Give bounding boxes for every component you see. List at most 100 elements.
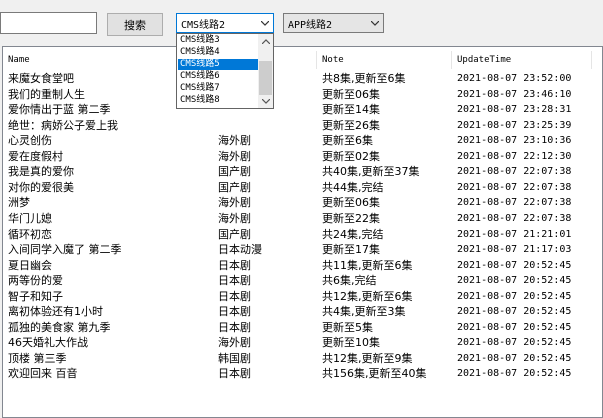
cell-type: 日本剧	[218, 367, 251, 381]
table-row[interactable]: 欢迎回来 百音 日本剧 共156集,更新至40集 2021-08-07 20:52:4…	[3, 366, 602, 382]
cell-name: 绝世：病娇公子爱上我	[8, 118, 118, 132]
table-row[interactable]: 循环初恋 国产剧 共24集,完结 2021-08-07 21:21:01	[3, 227, 602, 243]
table-row[interactable]: 智子和知子 日本剧 共12集,更新至6集 2021-08-07 20:52:45	[3, 289, 602, 305]
cell-note: 更新至26集	[322, 118, 380, 132]
chevron-down-icon[interactable]	[367, 14, 383, 32]
chevron-up-icon[interactable]	[258, 34, 273, 48]
table-row[interactable]: 来魔女食堂吧 共8集,更新至6集 2021-08-07 23:52:00	[3, 71, 602, 87]
cell-type: 国产剧	[218, 180, 251, 194]
cell-type: 国产剧	[218, 165, 251, 179]
cell-note: 更新至02集	[322, 149, 380, 163]
cell-note: 共156集,更新至40集	[322, 367, 427, 381]
search-input[interactable]	[0, 12, 97, 34]
cell-update-time: 2021-08-07 20:52:45	[457, 368, 572, 380]
cell-update-time: 2021-08-07 23:10:36	[457, 135, 572, 147]
cell-note: 共44集,完结	[322, 180, 384, 194]
table-row[interactable]: 入间同学入魔了 第二季 日本动漫 更新至17集 2021-08-07 21:17:03	[3, 242, 602, 258]
cell-note: 更新至22集	[322, 211, 380, 225]
cell-name: 爱在度假村	[8, 149, 63, 163]
search-button[interactable]: 搜索	[107, 13, 163, 36]
cell-note: 共11集,更新至6集	[322, 258, 413, 272]
table-row[interactable]: 夏日幽会 日本剧 共11集,更新至6集 2021-08-07 20:52:45	[3, 258, 602, 274]
cell-update-time: 2021-08-07 20:52:45	[457, 306, 572, 318]
cms-line-dropdown-list[interactable]: CMS线路3 CMS线路4 CMS线路5 CMS线路6 CMS线路7 CMS线路8	[176, 33, 274, 109]
cell-update-time: 2021-08-07 21:21:01	[457, 228, 572, 240]
cell-note: 共40集,更新至37集	[322, 165, 420, 179]
dropdown-option[interactable]: CMS线路6	[178, 71, 259, 82]
cell-note: 更新至14集	[322, 103, 380, 117]
cell-name: 46天婚礼大作战	[8, 336, 88, 350]
chevron-down-icon[interactable]	[257, 14, 273, 32]
dropdown-scrollbar[interactable]	[258, 34, 273, 108]
cell-note: 更新至5集	[322, 320, 373, 334]
cell-name: 我是真的爱你	[8, 165, 74, 179]
table-row[interactable]: 我们的重制人生 更新至06集 2021-08-07 23:46:10	[3, 87, 602, 103]
cell-update-time: 2021-08-07 20:52:45	[457, 290, 572, 302]
cell-note: 更新至06集	[322, 196, 380, 210]
cell-type: 韩国剧	[218, 351, 251, 365]
results-table[interactable]: Name Note UpdateTime 来魔女食堂吧 共8集,更新至6集 2021…	[2, 46, 603, 418]
table-row[interactable]: 离初体验还有1小时 日本剧 共4集,更新至3集 2021-08-07 20:52:45	[3, 304, 602, 320]
cell-update-time: 2021-08-07 20:52:45	[457, 337, 572, 349]
column-header-update-time[interactable]: UpdateTime	[452, 51, 592, 69]
cell-name: 入间同学入魔了 第二季	[8, 243, 122, 257]
cell-update-time: 2021-08-07 23:28:31	[457, 104, 572, 116]
cell-type: 国产剧	[218, 227, 251, 241]
cell-name: 两等份的爱	[8, 274, 63, 288]
cell-note: 共12集,更新至6集	[322, 289, 413, 303]
cell-type: 日本剧	[218, 305, 251, 319]
cell-type: 日本剧	[218, 258, 251, 272]
dropdown-option[interactable]: CMS线路3	[178, 35, 259, 46]
cms-line-selected-value: CMS线路2	[181, 19, 226, 31]
table-row[interactable]: 我是真的爱你 国产剧 共40集,更新至37集 2021-08-07 22:07:38	[3, 164, 602, 180]
cell-note: 更新至06集	[322, 87, 380, 101]
cell-name: 心灵创伤	[8, 134, 52, 148]
cell-name: 华门儿媳	[8, 211, 52, 225]
cell-update-time: 2021-08-07 20:52:45	[457, 352, 572, 364]
cell-type	[213, 118, 317, 134]
cell-type: 海外剧	[218, 149, 251, 163]
cell-note: 共8集,更新至6集	[322, 72, 406, 85]
dropdown-option[interactable]: CMS线路8	[178, 95, 259, 106]
cell-name: 智子和知子	[8, 289, 63, 303]
cell-name: 循环初恋	[8, 227, 52, 241]
dropdown-option[interactable]: CMS线路4	[178, 47, 259, 58]
table-row[interactable]: 华门儿媳 海外剧 更新至22集 2021-08-07 22:07:38	[3, 211, 602, 227]
cell-update-time: 2021-08-07 22:07:38	[457, 181, 572, 193]
cell-update-time: 2021-08-07 22:07:38	[457, 166, 572, 178]
table-row[interactable]: 46天婚礼大作战 海外剧 更新至10集 2021-08-07 20:52:45	[3, 335, 602, 351]
cell-note: 更新至10集	[322, 336, 380, 350]
cell-type: 日本剧	[218, 274, 251, 288]
chevron-down-icon[interactable]	[258, 94, 273, 108]
cell-type: 日本动漫	[218, 243, 262, 257]
cell-name: 欢迎回来 百音	[8, 367, 78, 381]
table-row[interactable]: 爱在度假村 海外剧 更新至02集 2021-08-07 22:12:30	[3, 149, 602, 165]
cell-update-time: 2021-08-07 23:25:39	[457, 119, 572, 131]
table-row[interactable]: 心灵创伤 海外剧 更新至6集 2021-08-07 23:10:36	[3, 133, 602, 149]
cms-line-select[interactable]: CMS线路2	[176, 13, 274, 33]
cell-name: 离初体验还有1小时	[8, 305, 103, 319]
table-row[interactable]: 对你的爱很美 国产剧 共44集,完结 2021-08-07 22:07:38	[3, 180, 602, 196]
table-row[interactable]: 绝世：病娇公子爱上我 更新至26集 2021-08-07 23:25:39	[3, 118, 602, 134]
cell-name: 对你的爱很美	[8, 180, 74, 194]
cell-note: 共24集,完结	[322, 227, 384, 241]
table-row[interactable]: 洲梦 海外剧 更新至06集 2021-08-07 22:07:38	[3, 195, 602, 211]
cell-note: 共12集,更新至9集	[322, 351, 413, 365]
cell-update-time: 2021-08-07 22:12:30	[457, 150, 572, 162]
table-row[interactable]: 顶楼 第三季 韩国剧 共12集,更新至9集 2021-08-07 20:52:45	[3, 351, 602, 367]
table-row[interactable]: 爱你情出于蓝 第二季 更新至14集 2021-08-07 23:28:31	[3, 102, 602, 118]
cell-update-time: 2021-08-07 22:07:38	[457, 197, 572, 209]
dropdown-option[interactable]: CMS线路5	[178, 59, 259, 70]
cell-note: 更新至6集	[322, 134, 373, 148]
cell-type: 海外剧	[218, 211, 251, 225]
cell-update-time: 2021-08-07 20:52:45	[457, 275, 572, 287]
dropdown-option[interactable]: CMS线路7	[178, 83, 259, 94]
cell-update-time: 2021-08-07 23:52:00	[457, 73, 572, 84]
cell-type: 海外剧	[218, 196, 251, 210]
app-line-select[interactable]: APP线路2	[283, 13, 384, 33]
table-row[interactable]: 两等份的爱 日本剧 共6集,完结 2021-08-07 20:52:45	[3, 273, 602, 289]
column-header-note[interactable]: Note	[317, 51, 452, 69]
dropdown-scroll-thumb[interactable]	[259, 61, 272, 95]
cell-note: 共6集,完结	[322, 274, 377, 288]
table-row[interactable]: 孤独的美食家 第九季 日本剧 更新至5集 2021-08-07 20:52:45	[3, 320, 602, 336]
